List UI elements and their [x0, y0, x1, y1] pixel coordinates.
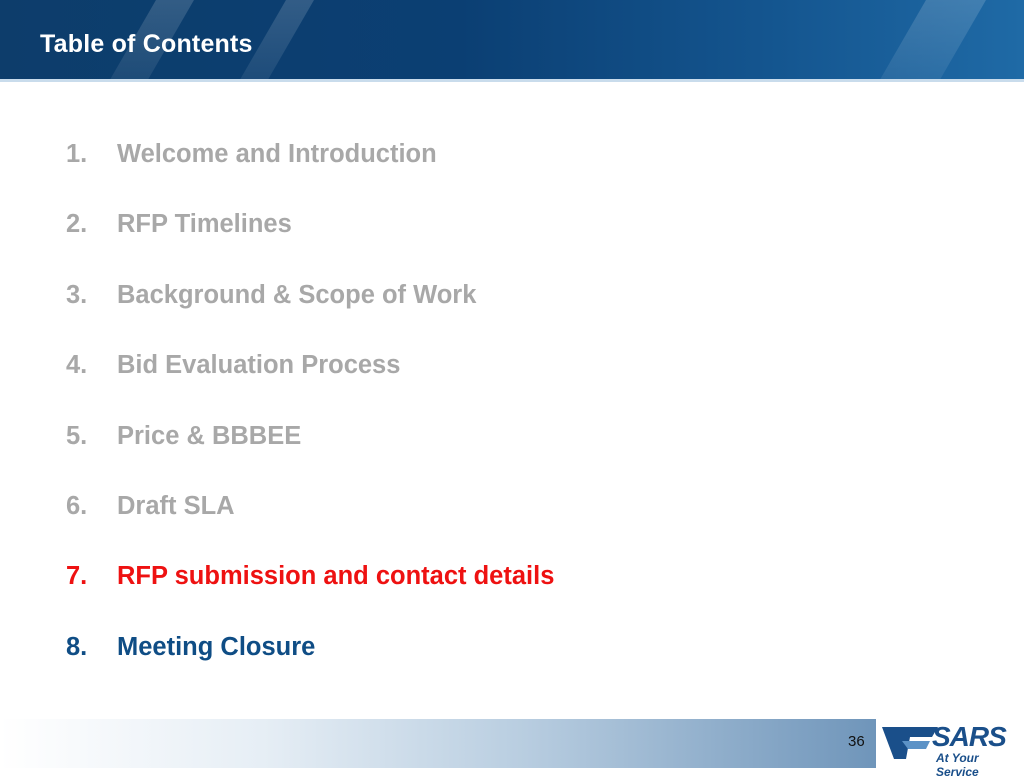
toc-item-label: Background & Scope of Work: [117, 280, 477, 309]
toc-item-number: 7.: [66, 562, 88, 591]
toc-item-label: Bid Evaluation Process: [117, 351, 401, 380]
toc-item: 1. Welcome and Introduction: [66, 140, 554, 210]
toc-item-number: 1.: [66, 140, 88, 168]
toc-item-label: RFP submission and contact details: [117, 562, 555, 591]
sars-logo: SARS At Your Service: [878, 719, 1024, 779]
toc-item: 6. Draft SLA: [66, 492, 554, 562]
logo-wordmark: SARS: [932, 721, 1007, 752]
toc-item-label: RFP Timelines: [117, 210, 292, 239]
toc-item: 2. RFP Timelines: [66, 210, 554, 280]
footer-band: [0, 719, 876, 768]
swoosh-icon: [882, 727, 938, 759]
page-number: 36: [848, 733, 865, 750]
toc-item-number: 3.: [66, 280, 88, 309]
toc-item-label: Draft SLA: [117, 491, 235, 520]
toc-item-current: 7. RFP submission and contact details: [66, 562, 554, 632]
toc-item-number: 5.: [66, 421, 88, 450]
toc-item-next: 8. Meeting Closure: [66, 633, 554, 703]
toc-item: 5. Price & BBBEE: [66, 422, 554, 492]
banner-streak: [862, 0, 998, 82]
toc-item: 4. Bid Evaluation Process: [66, 351, 554, 421]
page-title: Table of Contents: [40, 30, 253, 58]
toc-list: 1. Welcome and Introduction 2. RFP Timel…: [66, 140, 554, 703]
header-divider: [0, 79, 1024, 82]
toc-item-label: Welcome and Introduction: [117, 140, 437, 168]
toc-item-label: Meeting Closure: [117, 632, 316, 661]
logo-tagline: At Your Service: [936, 751, 979, 779]
toc-item-number: 6.: [66, 491, 88, 520]
toc-item-number: 2.: [66, 210, 88, 239]
toc-item-label: Price & BBBEE: [117, 421, 302, 450]
toc-item-number: 8.: [66, 632, 88, 661]
toc-item-number: 4.: [66, 351, 88, 380]
toc-item: 3. Background & Scope of Work: [66, 281, 554, 351]
